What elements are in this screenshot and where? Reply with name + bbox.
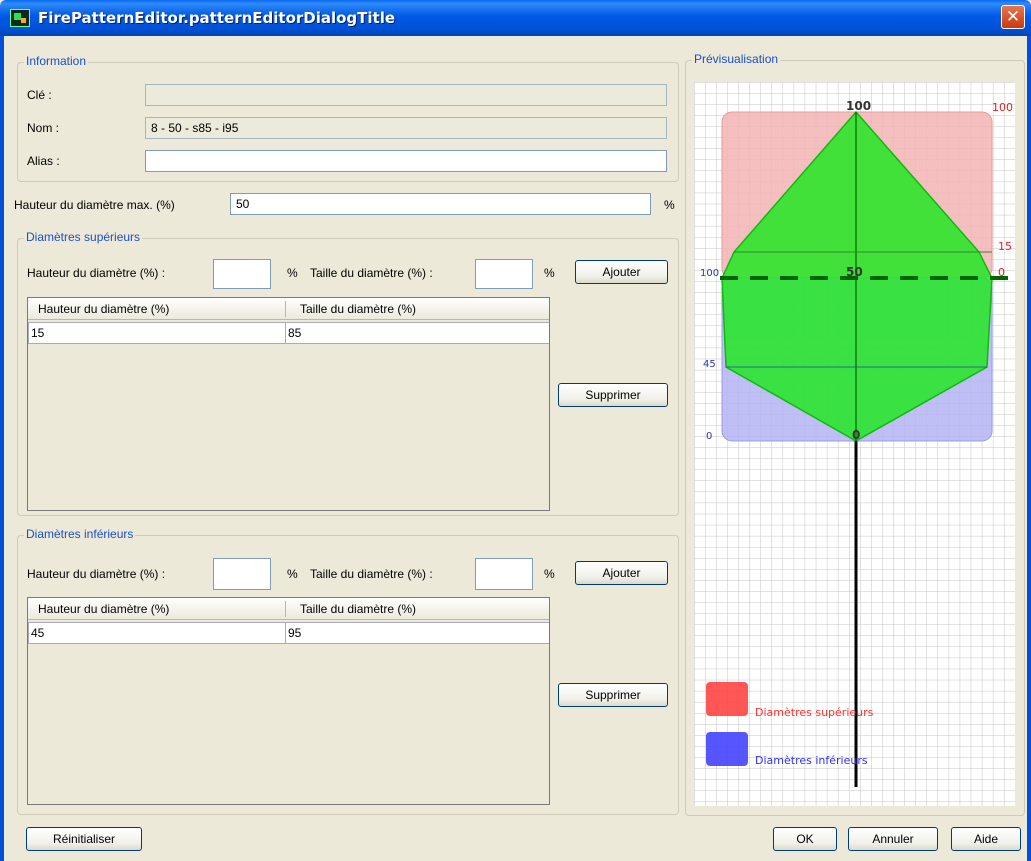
upper-col-size[interactable]: Taille du diamètre (%) bbox=[300, 302, 416, 316]
lower-col-height[interactable]: Hauteur du diamètre (%) bbox=[38, 602, 169, 616]
label-upper-right-15: 15 bbox=[998, 240, 1012, 253]
upper-height-unit: % bbox=[287, 266, 298, 280]
label-top-100: 100 bbox=[846, 99, 871, 113]
upper-size-unit: % bbox=[544, 266, 555, 280]
title-bar: FirePatternEditor.patternEditorDialogTit… bbox=[0, 0, 1031, 36]
upper-add-button[interactable]: Ajouter bbox=[575, 260, 668, 284]
lower-col-size[interactable]: Taille du diamètre (%) bbox=[300, 602, 416, 616]
lower-row-size-cell[interactable]: 95 bbox=[285, 622, 549, 644]
close-button[interactable]: ✕ bbox=[1001, 5, 1025, 29]
legend-lower-swatch bbox=[706, 732, 748, 766]
upper-size-field[interactable] bbox=[475, 259, 533, 289]
table-row[interactable]: 15 85 bbox=[28, 322, 549, 344]
label-mid-center-50: 50 bbox=[846, 265, 863, 279]
upper-col-height[interactable]: Hauteur du diamètre (%) bbox=[38, 302, 169, 316]
lower-row-height-cell[interactable]: 45 bbox=[28, 622, 286, 644]
lower-add-button[interactable]: Ajouter bbox=[575, 561, 668, 585]
lower-height-unit: % bbox=[287, 567, 298, 581]
label-upper-top-right-100: 100 bbox=[992, 101, 1013, 114]
label-bottom-center-0: 0 bbox=[852, 428, 860, 442]
key-field[interactable] bbox=[145, 84, 667, 106]
lower-size-unit: % bbox=[544, 567, 555, 581]
table-row[interactable]: 45 95 bbox=[28, 622, 549, 644]
upper-row-height-cell[interactable]: 15 bbox=[28, 322, 286, 344]
label-lower-left-45: 45 bbox=[703, 359, 716, 370]
upper-height-label: Hauteur du diamètre (%) : bbox=[27, 266, 166, 280]
lower-height-field[interactable] bbox=[213, 558, 271, 590]
legend-upper-swatch bbox=[706, 682, 748, 716]
preview-canvas: 100 100 15 0 100 50 45 0 0 Diamètres sup… bbox=[694, 82, 1015, 806]
information-group-label: Information bbox=[24, 54, 89, 68]
upper-diameters-group-label: Diamètres supérieurs bbox=[24, 230, 143, 244]
upper-table: Hauteur du diamètre (%) Taille du diamèt… bbox=[27, 297, 550, 511]
reset-button[interactable]: Réinitialiser bbox=[26, 827, 142, 851]
lower-table: Hauteur du diamètre (%) Taille du diamèt… bbox=[27, 597, 550, 805]
lower-size-field[interactable] bbox=[475, 558, 533, 590]
ok-button[interactable]: OK bbox=[773, 827, 837, 851]
upper-size-label: Taille du diamètre (%) : bbox=[310, 266, 433, 280]
alias-field[interactable] bbox=[145, 150, 667, 172]
label-mid-left-100: 100 bbox=[700, 268, 719, 279]
preview-group-label: Prévisualisation bbox=[692, 52, 781, 66]
upper-row-size-cell[interactable]: 85 bbox=[285, 322, 549, 344]
key-label: Clé : bbox=[27, 88, 52, 102]
upper-remove-button[interactable]: Supprimer bbox=[558, 383, 668, 407]
preview-drawing: 100 100 15 0 100 50 45 0 0 Diamètres sup… bbox=[694, 82, 1015, 806]
upper-height-field[interactable] bbox=[213, 259, 271, 289]
upper-table-header: Hauteur du diamètre (%) Taille du diamèt… bbox=[28, 298, 549, 320]
alias-label: Alias : bbox=[27, 154, 60, 168]
help-button[interactable]: Aide bbox=[951, 827, 1021, 851]
lower-height-label: Hauteur du diamètre (%) : bbox=[27, 567, 166, 581]
window-title: FirePatternEditor.patternEditorDialogTit… bbox=[38, 9, 396, 27]
max-height-label: Hauteur du diamètre max. (%) bbox=[14, 198, 175, 212]
lower-size-label: Taille du diamètre (%) : bbox=[310, 567, 433, 581]
name-label: Nom : bbox=[27, 121, 60, 135]
name-field[interactable]: 8 - 50 - s85 - i95 bbox=[145, 117, 667, 139]
app-icon bbox=[10, 9, 30, 27]
lower-diameters-group-label: Diamètres inférieurs bbox=[24, 527, 136, 541]
window-border-right bbox=[1027, 36, 1031, 861]
upper-col-separator[interactable] bbox=[285, 301, 286, 317]
window-border-left bbox=[0, 36, 4, 861]
max-height-field[interactable]: 50 bbox=[230, 193, 651, 215]
lower-remove-button[interactable]: Supprimer bbox=[558, 683, 668, 707]
label-upper-right-0: 0 bbox=[998, 266, 1005, 279]
label-lower-left-0: 0 bbox=[706, 431, 712, 442]
cancel-button[interactable]: Annuler bbox=[848, 827, 938, 851]
max-height-unit: % bbox=[664, 198, 675, 212]
legend-upper-label: Diamètres supérieurs bbox=[755, 706, 874, 719]
legend-lower-label: Diamètres inférieurs bbox=[755, 754, 868, 767]
lower-col-separator[interactable] bbox=[285, 601, 286, 617]
lower-table-header: Hauteur du diamètre (%) Taille du diamèt… bbox=[28, 598, 549, 620]
